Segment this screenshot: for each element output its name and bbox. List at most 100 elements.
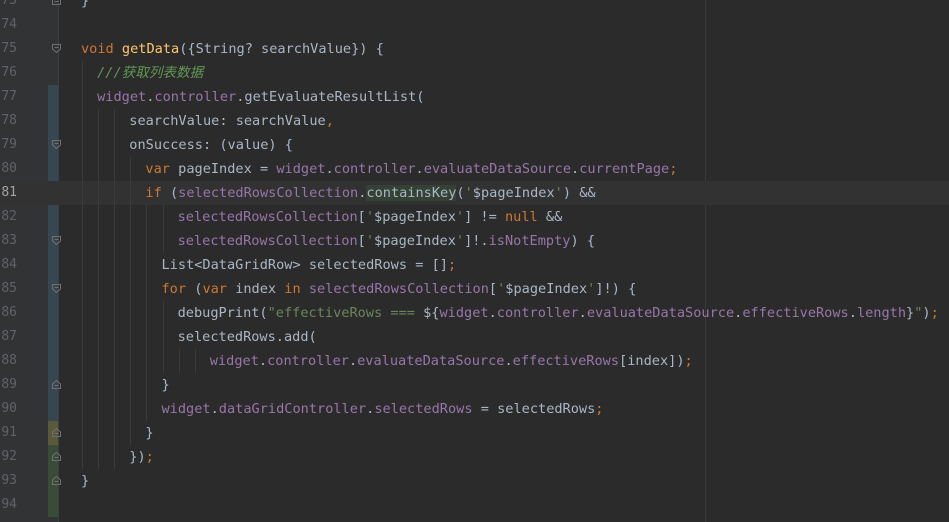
code-text[interactable]: for (var index in selectedRowsCollection… <box>162 277 637 301</box>
code-text[interactable]: selectedRowsCollection['$pageIndex'] != … <box>178 205 563 229</box>
code-line[interactable]: 75 void getData({String? searchValue}) { <box>0 37 949 61</box>
code-text[interactable]: List<DataGridRow> selectedRows = []; <box>162 253 457 277</box>
indent-guide <box>130 277 132 301</box>
code-line[interactable]: 87 selectedRows.add( <box>0 325 949 349</box>
code-line[interactable]: 91} <box>0 421 949 445</box>
code-text[interactable]: widget.controller.getEvaluateResultList( <box>97 85 424 109</box>
code-token: ; <box>595 401 604 417</box>
indent-guide <box>114 421 116 445</box>
code-line[interactable]: 85 for (var index in selectedRowsCollecti… <box>0 277 949 301</box>
line-number[interactable]: 73 <box>0 0 17 13</box>
code-text[interactable]: var pageIndex = widget.controller.evalua… <box>145 157 677 181</box>
line-number[interactable]: 82 <box>0 205 17 229</box>
line-number[interactable]: 87 <box>0 325 17 349</box>
code-token: "effectiveRows === <box>267 305 424 321</box>
code-line[interactable]: 86 debugPrint("effectiveRows === ${widget… <box>0 301 949 325</box>
code-text[interactable]: void getData({String? searchValue}) { <box>81 37 384 61</box>
code-line[interactable]: 77 widget.controller.getEvaluateResultLis… <box>0 85 949 109</box>
indent-guide <box>98 205 100 229</box>
code-line[interactable]: 78 searchValue: searchValue, <box>0 109 949 133</box>
code-token: ; <box>447 257 457 273</box>
indent-guide <box>82 301 83 325</box>
line-number[interactable]: 76 <box>0 61 17 85</box>
code-text[interactable]: if (selectedRowsCollection.containsKey('… <box>145 181 596 205</box>
code-text[interactable]: }); <box>129 445 154 469</box>
code-text[interactable]: debugPrint("effectiveRows === ${widget.c… <box>178 301 939 325</box>
code-text[interactable]: } <box>81 469 89 493</box>
code-line[interactable]: 83 selectedRowsCollection['$pageIndex']!.… <box>0 229 949 253</box>
line-number[interactable]: 81 <box>0 181 17 205</box>
fold-end-icon[interactable] <box>52 428 61 437</box>
line-number[interactable]: 91 <box>0 421 17 445</box>
indent-guide <box>162 325 164 349</box>
code-line[interactable]: 74 <box>0 13 949 37</box>
fold-collapse-icon[interactable] <box>52 236 61 245</box>
line-number[interactable]: 92 <box>0 445 17 469</box>
code-text[interactable]: } <box>162 373 170 397</box>
code-token: $pageIndex <box>472 185 555 201</box>
code-line[interactable]: 90 widget.dataGridController.selectedRows… <box>0 397 949 421</box>
code-text[interactable]: } <box>81 0 89 13</box>
code-token: . <box>415 161 424 177</box>
code-line[interactable]: 82 selectedRowsCollection['$pageIndex'] !… <box>0 205 949 229</box>
code-text[interactable]: } <box>145 421 153 445</box>
line-number[interactable]: 78 <box>0 109 17 133</box>
code-text[interactable]: widget.controller.evaluateDataSource.eff… <box>210 349 693 373</box>
line-number[interactable]: 93 <box>0 469 17 493</box>
code-token: evaluateDataSource <box>423 161 572 177</box>
code-line[interactable]: 92}); <box>0 445 949 469</box>
code-line[interactable]: 93} <box>0 469 949 493</box>
code-line[interactable]: 80 var pageIndex = widget.controller.eval… <box>0 157 949 181</box>
code-text[interactable]: selectedRowsCollection['$pageIndex']!.is… <box>178 229 595 253</box>
code-line[interactable]: 89} <box>0 373 949 397</box>
line-number[interactable]: 90 <box>0 397 17 421</box>
code-token: widget <box>439 305 489 321</box>
indent-guide <box>146 229 148 253</box>
code-token: controller <box>496 305 579 321</box>
line-number[interactable]: 86 <box>0 301 17 325</box>
code-line[interactable]: 76 ///获取列表数据 <box>0 61 949 85</box>
line-number[interactable]: 83 <box>0 229 17 253</box>
code-editor[interactable]: 73} 74 75 void getData({String? searchValue… <box>0 0 949 522</box>
code-token: effectiveRows <box>742 305 849 321</box>
code-token: widget <box>161 401 211 417</box>
line-number[interactable]: 80 <box>0 157 17 181</box>
line-number[interactable]: 94 <box>0 493 17 517</box>
fold-end-icon[interactable] <box>52 452 61 461</box>
line-number[interactable]: 88 <box>0 349 17 373</box>
code-line[interactable]: 88 widget.controller.evaluateDataSource.e… <box>0 349 949 373</box>
line-number[interactable]: 84 <box>0 253 17 277</box>
indent-guide <box>114 373 116 397</box>
indent-guide <box>82 109 83 133</box>
line-number[interactable]: 74 <box>0 13 17 37</box>
code-line[interactable]: 84 List<DataGridRow> selectedRows = []; <box>0 253 949 277</box>
code-text[interactable]: onSuccess: (value) { <box>129 133 293 157</box>
line-number[interactable]: 85 <box>0 277 17 301</box>
indent-guide <box>114 325 116 349</box>
line-number[interactable]: 75 <box>0 37 17 61</box>
indent-guide <box>162 205 164 229</box>
code-line[interactable]: 79 onSuccess: (value) { <box>0 133 949 157</box>
indent-guide <box>146 325 148 349</box>
fold-end-icon[interactable] <box>52 476 61 485</box>
code-text[interactable]: ///获取列表数据 <box>97 61 203 85</box>
indent-guide <box>114 229 116 253</box>
line-number[interactable]: 79 <box>0 133 17 157</box>
fold-end-icon[interactable] <box>52 0 61 5</box>
fold-collapse-icon[interactable] <box>52 284 61 293</box>
code-line[interactable]: 81 if (selectedRowsCollection.containsKey… <box>0 181 949 205</box>
code-text[interactable]: selectedRows.add( <box>178 325 317 349</box>
code-text[interactable]: widget.dataGridController.selectedRows =… <box>162 397 604 421</box>
fold-collapse-icon[interactable] <box>52 44 61 53</box>
code-line[interactable]: 73} <box>0 0 949 13</box>
indent-guide <box>82 445 83 469</box>
fold-end-icon[interactable] <box>52 380 61 389</box>
line-number[interactable]: 89 <box>0 373 17 397</box>
indent-guide <box>98 373 100 397</box>
code-token: ' <box>455 233 465 249</box>
fold-collapse-icon[interactable] <box>52 140 61 149</box>
code-text[interactable]: searchValue: searchValue, <box>129 109 334 133</box>
line-number[interactable]: 77 <box>0 85 17 109</box>
code-line[interactable]: 94 <box>0 493 949 517</box>
indent-guide <box>130 181 132 205</box>
